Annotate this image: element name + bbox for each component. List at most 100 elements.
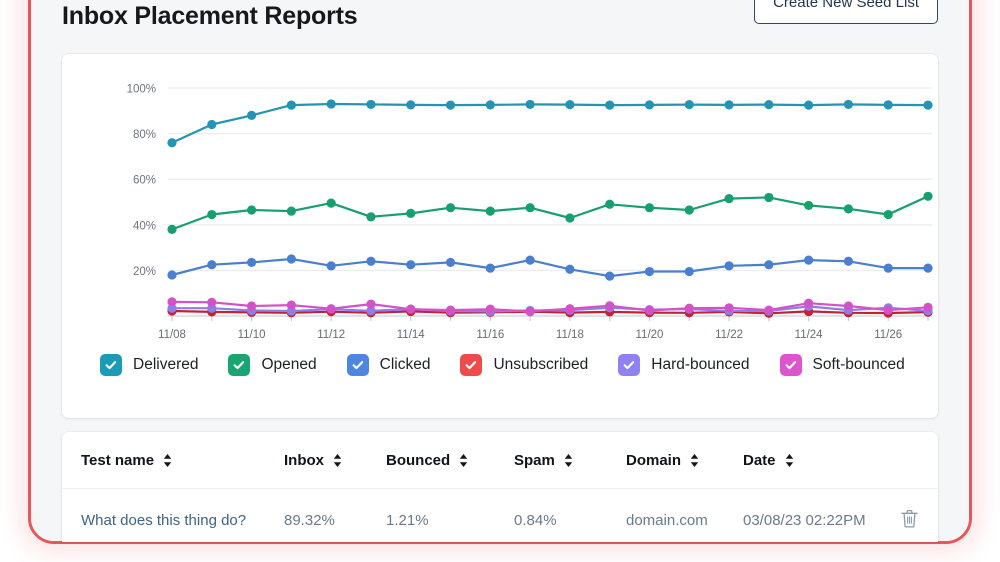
column-header-bounced[interactable]: Bounced	[386, 432, 514, 489]
data-point-opened[interactable]	[883, 209, 893, 220]
data-point-soft-bounced[interactable]	[445, 305, 456, 315]
data-point-clicked[interactable]	[605, 271, 615, 281]
column-header-date[interactable]: Date	[743, 432, 883, 489]
table-row[interactable]: What does this thing do? 89.32% 1.21% 0.…	[62, 489, 938, 543]
delete-row-button[interactable]	[901, 509, 918, 528]
data-point-delivered[interactable]	[605, 100, 615, 110]
data-point-opened[interactable]	[724, 193, 734, 204]
data-point-opened[interactable]	[605, 199, 615, 209]
data-point-opened[interactable]	[923, 191, 933, 201]
data-point-opened[interactable]	[644, 203, 655, 213]
data-point-clicked[interactable]	[644, 266, 655, 277]
legend-item-opened[interactable]: Opened	[228, 354, 317, 376]
data-point-soft-bounced[interactable]	[167, 297, 177, 307]
data-point-delivered[interactable]	[883, 100, 893, 110]
data-point-soft-bounced[interactable]	[883, 305, 893, 315]
data-point-clicked[interactable]	[684, 266, 694, 277]
data-point-soft-bounced[interactable]	[724, 303, 734, 313]
data-point-clicked[interactable]	[883, 263, 893, 273]
data-point-clicked[interactable]	[724, 261, 734, 271]
data-point-soft-bounced[interactable]	[326, 304, 336, 314]
checkbox-checked-icon[interactable]	[779, 354, 802, 376]
checkbox-checked-icon[interactable]	[460, 354, 483, 376]
create-new-seed-list-button[interactable]: Create New Seed List	[754, 0, 938, 24]
data-point-delivered[interactable]	[804, 100, 814, 110]
data-point-opened[interactable]	[366, 212, 376, 222]
column-header-spam[interactable]: Spam	[514, 432, 626, 489]
data-point-delivered[interactable]	[525, 99, 535, 110]
data-point-clicked[interactable]	[286, 254, 296, 264]
data-point-opened[interactable]	[485, 206, 495, 216]
data-point-opened[interactable]	[167, 224, 177, 234]
data-point-opened[interactable]	[286, 206, 296, 216]
data-point-clicked[interactable]	[804, 255, 814, 265]
data-point-clicked[interactable]	[406, 260, 416, 270]
data-point-delivered[interactable]	[684, 100, 694, 110]
data-point-clicked[interactable]	[485, 263, 495, 273]
data-point-opened[interactable]	[843, 204, 854, 214]
data-point-clicked[interactable]	[167, 270, 177, 280]
data-point-soft-bounced[interactable]	[246, 301, 257, 311]
data-point-soft-bounced[interactable]	[565, 304, 575, 314]
sort-icon[interactable]	[785, 454, 794, 467]
data-point-soft-bounced[interactable]	[684, 303, 694, 313]
data-point-delivered[interactable]	[207, 119, 217, 130]
legend-item-clicked[interactable]: Clicked	[346, 354, 430, 376]
checkbox-checked-icon[interactable]	[228, 354, 251, 376]
checkbox-checked-icon[interactable]	[346, 354, 369, 376]
data-point-delivered[interactable]	[485, 100, 495, 110]
data-point-soft-bounced[interactable]	[764, 305, 774, 315]
data-point-clicked[interactable]	[445, 257, 456, 268]
data-point-delivered[interactable]	[764, 100, 774, 110]
data-point-soft-bounced[interactable]	[406, 304, 416, 314]
data-point-clicked[interactable]	[246, 257, 257, 268]
data-point-soft-bounced[interactable]	[485, 304, 495, 314]
data-point-clicked[interactable]	[207, 260, 217, 270]
data-point-soft-bounced[interactable]	[525, 306, 535, 317]
legend-item-soft-bounced[interactable]: Soft-bounced	[779, 354, 905, 376]
data-point-clicked[interactable]	[326, 261, 336, 271]
data-point-soft-bounced[interactable]	[843, 301, 854, 311]
column-header-domain[interactable]: Domain	[626, 432, 743, 489]
data-point-delivered[interactable]	[923, 100, 933, 110]
legend-item-delivered[interactable]: Delivered	[100, 354, 198, 376]
column-header-test-name[interactable]: Test name	[62, 432, 284, 489]
sort-icon[interactable]	[163, 454, 172, 467]
data-point-delivered[interactable]	[246, 110, 257, 120]
data-point-delivered[interactable]	[167, 138, 177, 148]
sort-icon[interactable]	[459, 454, 468, 467]
data-point-delivered[interactable]	[565, 100, 575, 110]
legend-item-hard-bounced[interactable]: Hard-bounced	[618, 354, 750, 376]
data-point-soft-bounced[interactable]	[644, 305, 655, 316]
data-point-delivered[interactable]	[366, 99, 376, 110]
data-point-delivered[interactable]	[445, 100, 456, 110]
data-point-opened[interactable]	[326, 198, 336, 208]
data-point-opened[interactable]	[525, 203, 535, 213]
data-point-clicked[interactable]	[366, 256, 376, 266]
legend-item-unsubscribed[interactable]: Unsubscribed	[460, 354, 588, 376]
data-point-clicked[interactable]	[764, 260, 774, 270]
data-point-clicked[interactable]	[565, 264, 575, 274]
data-point-soft-bounced[interactable]	[286, 300, 296, 310]
data-point-opened[interactable]	[764, 192, 774, 203]
data-point-clicked[interactable]	[923, 263, 933, 273]
data-point-opened[interactable]	[445, 203, 456, 213]
data-point-soft-bounced[interactable]	[366, 299, 376, 309]
data-point-soft-bounced[interactable]	[207, 297, 217, 307]
data-point-soft-bounced[interactable]	[804, 298, 814, 308]
data-point-delivered[interactable]	[724, 100, 734, 110]
data-point-opened[interactable]	[207, 209, 217, 220]
data-point-soft-bounced[interactable]	[923, 302, 933, 312]
sort-icon[interactable]	[690, 454, 699, 467]
data-point-delivered[interactable]	[326, 99, 336, 109]
data-point-opened[interactable]	[406, 208, 416, 218]
sort-icon[interactable]	[564, 454, 573, 467]
data-point-delivered[interactable]	[644, 100, 655, 110]
sort-icon[interactable]	[333, 454, 342, 467]
test-name-link[interactable]: What does this thing do?	[81, 512, 246, 529]
data-point-soft-bounced[interactable]	[605, 301, 615, 311]
data-point-delivered[interactable]	[406, 100, 416, 110]
column-header-inbox[interactable]: Inbox	[284, 432, 386, 489]
data-point-delivered[interactable]	[843, 99, 854, 110]
data-point-opened[interactable]	[804, 200, 814, 211]
